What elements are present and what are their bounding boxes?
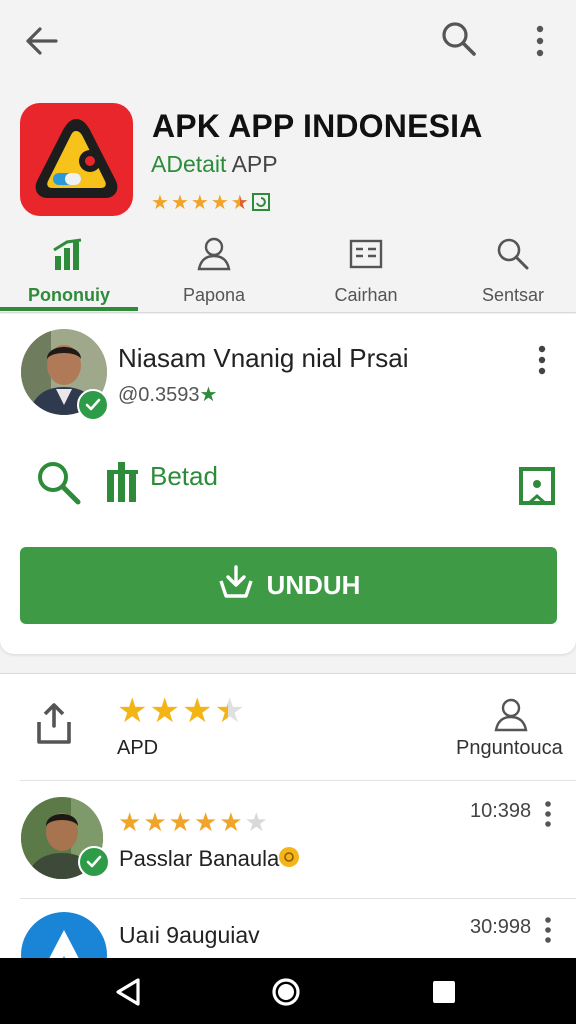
verified-badge-icon xyxy=(252,193,270,211)
rating-row-right-label[interactable]: Pnguntouca xyxy=(456,737,563,760)
download-button[interactable]: UNDUH xyxy=(20,547,557,624)
app-subtitle-gray: APP xyxy=(231,151,278,177)
developer-name[interactable]: Niasam Vnanig nial Prsai xyxy=(118,343,408,374)
list-divider xyxy=(20,898,576,899)
tab-label: Sentsar xyxy=(481,285,545,305)
system-navigation-bar xyxy=(0,958,576,1024)
overflow-menu-icon[interactable] xyxy=(524,18,556,64)
rating-row-label: APD xyxy=(117,737,159,759)
half-star-icon: ★ xyxy=(214,691,245,731)
search-icon xyxy=(494,236,532,277)
chart-bars-icon xyxy=(51,236,87,277)
review-time: 30:998 xyxy=(470,916,532,938)
verified-check-icon xyxy=(78,846,110,878)
star-icon: ★ xyxy=(210,190,229,214)
review-overflow-menu-icon[interactable] xyxy=(540,798,556,830)
star-icon: ★ xyxy=(190,190,209,214)
review-overflow-menu-icon[interactable] xyxy=(540,914,556,946)
tab-papona[interactable]: Papona xyxy=(145,232,283,312)
review-stars: ★ ★ ★ ★ ★ ★ xyxy=(118,810,268,836)
half-star-icon: ★ xyxy=(230,190,249,214)
coin-badge-icon xyxy=(279,847,299,867)
reviewer-name[interactable]: Uaıi 9auguiav xyxy=(119,922,260,949)
star-icon: ★ xyxy=(181,691,213,731)
app-subtitle-green: ADetait xyxy=(151,151,227,177)
nav-home-icon[interactable] xyxy=(266,972,306,1012)
top-bar xyxy=(0,0,576,90)
developer-id: @0.3593★ xyxy=(118,382,217,407)
reviewer-name[interactable]: Passlar Banaula xyxy=(119,846,279,872)
tab-pononuiy[interactable]: Pononuiy xyxy=(0,232,138,312)
app-rating-stars: ★ ★ ★ ★ ★ xyxy=(151,192,249,212)
search-icon[interactable] xyxy=(436,16,482,62)
app-title: APK APP INDONESIA xyxy=(152,108,483,144)
developer-id-star: ★ xyxy=(199,384,218,406)
app-subtitle: ADetait APP xyxy=(151,151,278,178)
star-icon: ★ xyxy=(244,808,268,838)
beta-label[interactable]: Betad xyxy=(150,461,218,492)
nav-back-icon[interactable] xyxy=(108,972,148,1012)
tab-bar: Pononuiy Papona Cairhan Sentsar xyxy=(0,232,576,313)
star-icon: ★ xyxy=(170,190,189,214)
active-tab-indicator xyxy=(0,307,138,311)
building-icon[interactable] xyxy=(104,460,144,504)
card-overflow-menu-icon[interactable] xyxy=(530,343,554,377)
download-label: UNDUH xyxy=(266,570,361,600)
search-icon[interactable] xyxy=(32,456,84,508)
star-icon: ★ xyxy=(168,808,192,838)
nav-recents-icon[interactable] xyxy=(424,972,464,1012)
star-icon: ★ xyxy=(151,190,169,214)
person-icon xyxy=(194,236,234,277)
star-icon: ★ xyxy=(118,808,142,838)
tab-label: Pononuiy xyxy=(28,285,110,305)
list-box-icon xyxy=(348,236,384,277)
tab-label: Cairhan xyxy=(334,285,398,305)
rating-row-stars: ★ ★ ★ ★ xyxy=(117,694,245,728)
tab-sentsar[interactable]: Sentsar xyxy=(444,232,576,312)
star-icon: ★ xyxy=(143,808,167,838)
list-divider xyxy=(20,780,576,781)
review-time: 10:398 xyxy=(470,800,532,822)
share-icon[interactable] xyxy=(30,700,78,748)
download-icon xyxy=(217,565,255,606)
back-arrow-icon[interactable] xyxy=(18,18,64,64)
verified-check-icon xyxy=(77,389,109,421)
tab-cairhan[interactable]: Cairhan xyxy=(297,232,435,312)
star-icon: ★ xyxy=(117,691,148,731)
star-icon: ★ xyxy=(193,808,218,838)
person-icon[interactable] xyxy=(490,696,532,734)
star-icon: ★ xyxy=(219,808,243,838)
app-logo-icon xyxy=(20,103,133,216)
bookmark-icon[interactable] xyxy=(516,464,558,510)
developer-id-text: @0.3593 xyxy=(118,384,200,406)
tab-label: Papona xyxy=(182,285,246,305)
star-icon: ★ xyxy=(149,691,180,731)
